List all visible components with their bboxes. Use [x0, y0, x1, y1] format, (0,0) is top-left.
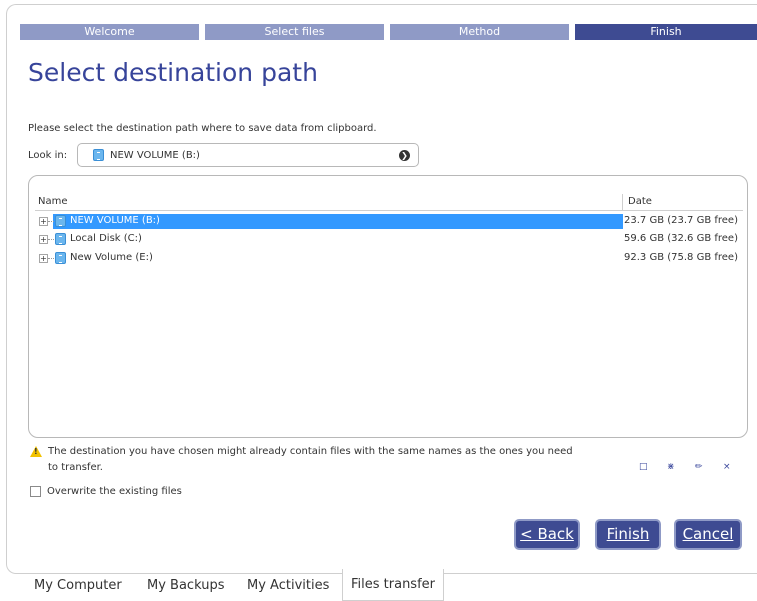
- tree-connector: [48, 258, 54, 259]
- warning-text-line2: to transfer.: [48, 462, 103, 473]
- tree-row-name: NEW VOLUME (B:): [70, 215, 160, 226]
- page-title: Select destination path: [28, 58, 318, 87]
- expand-icon[interactable]: +: [39, 235, 48, 244]
- step-finish: Finish: [575, 24, 757, 40]
- pencil-icon[interactable]: ✏: [695, 462, 703, 472]
- warning-text-line1: The destination you have chosen might al…: [48, 446, 573, 457]
- tree-connector: [48, 239, 54, 240]
- column-header-date[interactable]: Date: [628, 196, 652, 207]
- lookin-value: NEW VOLUME (B:): [110, 150, 200, 161]
- drive-icon: [55, 215, 66, 227]
- bottom-tab-bar: My Computer My Backups My Activities Fil…: [0, 569, 757, 601]
- tree-row[interactable]: + New Volume (E:) 92.3 GB (75.8 GB free): [35, 251, 743, 266]
- expand-icon[interactable]: +: [39, 254, 48, 263]
- tree-row-name: New Volume (E:): [70, 252, 153, 263]
- column-header-name[interactable]: Name: [38, 196, 68, 207]
- folder-icon[interactable]: □: [639, 462, 648, 472]
- chevron-right-icon[interactable]: ❯: [399, 150, 410, 161]
- lookin-label: Look in:: [28, 150, 68, 161]
- tab-files-transfer[interactable]: Files transfer: [342, 569, 444, 601]
- tree-toolbar: □ ⋇ ✏ ×: [637, 462, 747, 478]
- tree-row-name: Local Disk (C:): [70, 233, 142, 244]
- tab-my-backups[interactable]: My Backups: [147, 578, 224, 593]
- close-icon[interactable]: ×: [723, 462, 731, 472]
- network-icon[interactable]: ⋇: [667, 462, 675, 472]
- expand-icon[interactable]: +: [39, 217, 48, 226]
- overwrite-label[interactable]: Overwrite the existing files: [47, 486, 182, 497]
- tree-connector: [48, 221, 54, 222]
- tree-row[interactable]: + Local Disk (C:) 59.6 GB (32.6 GB free): [35, 232, 743, 247]
- back-button[interactable]: < Back: [514, 519, 580, 550]
- overwrite-checkbox[interactable]: [30, 486, 41, 497]
- step-welcome: Welcome: [20, 24, 199, 40]
- tab-my-activities[interactable]: My Activities: [247, 578, 329, 593]
- tree-row-date: 59.6 GB (32.6 GB free): [624, 233, 738, 244]
- folder-tree-panel: Name Date + NEW VOLUME (B:) 23.7 GB (23.…: [28, 175, 748, 438]
- tree-row[interactable]: + NEW VOLUME (B:) 23.7 GB (23.7 GB free): [35, 214, 743, 229]
- tree-header: Name Date: [35, 194, 743, 211]
- drive-icon: [93, 149, 104, 161]
- column-divider[interactable]: [622, 194, 623, 211]
- drive-icon: [55, 252, 66, 264]
- tab-my-computer[interactable]: My Computer: [34, 578, 122, 593]
- tree-row-date: 92.3 GB (75.8 GB free): [624, 252, 738, 263]
- finish-button[interactable]: Finish: [595, 519, 661, 550]
- tree-row-date: 23.7 GB (23.7 GB free): [624, 215, 738, 226]
- instruction-text: Please select the destination path where…: [28, 123, 377, 134]
- warning-icon: [30, 446, 42, 457]
- drive-icon: [55, 233, 66, 245]
- step-method: Method: [390, 24, 569, 40]
- wizard-steps: Welcome Select files Method Finish: [20, 24, 757, 40]
- lookin-dropdown[interactable]: NEW VOLUME (B:) ❯: [77, 143, 419, 167]
- cancel-button[interactable]: Cancel: [674, 519, 742, 550]
- step-select-files: Select files: [205, 24, 384, 40]
